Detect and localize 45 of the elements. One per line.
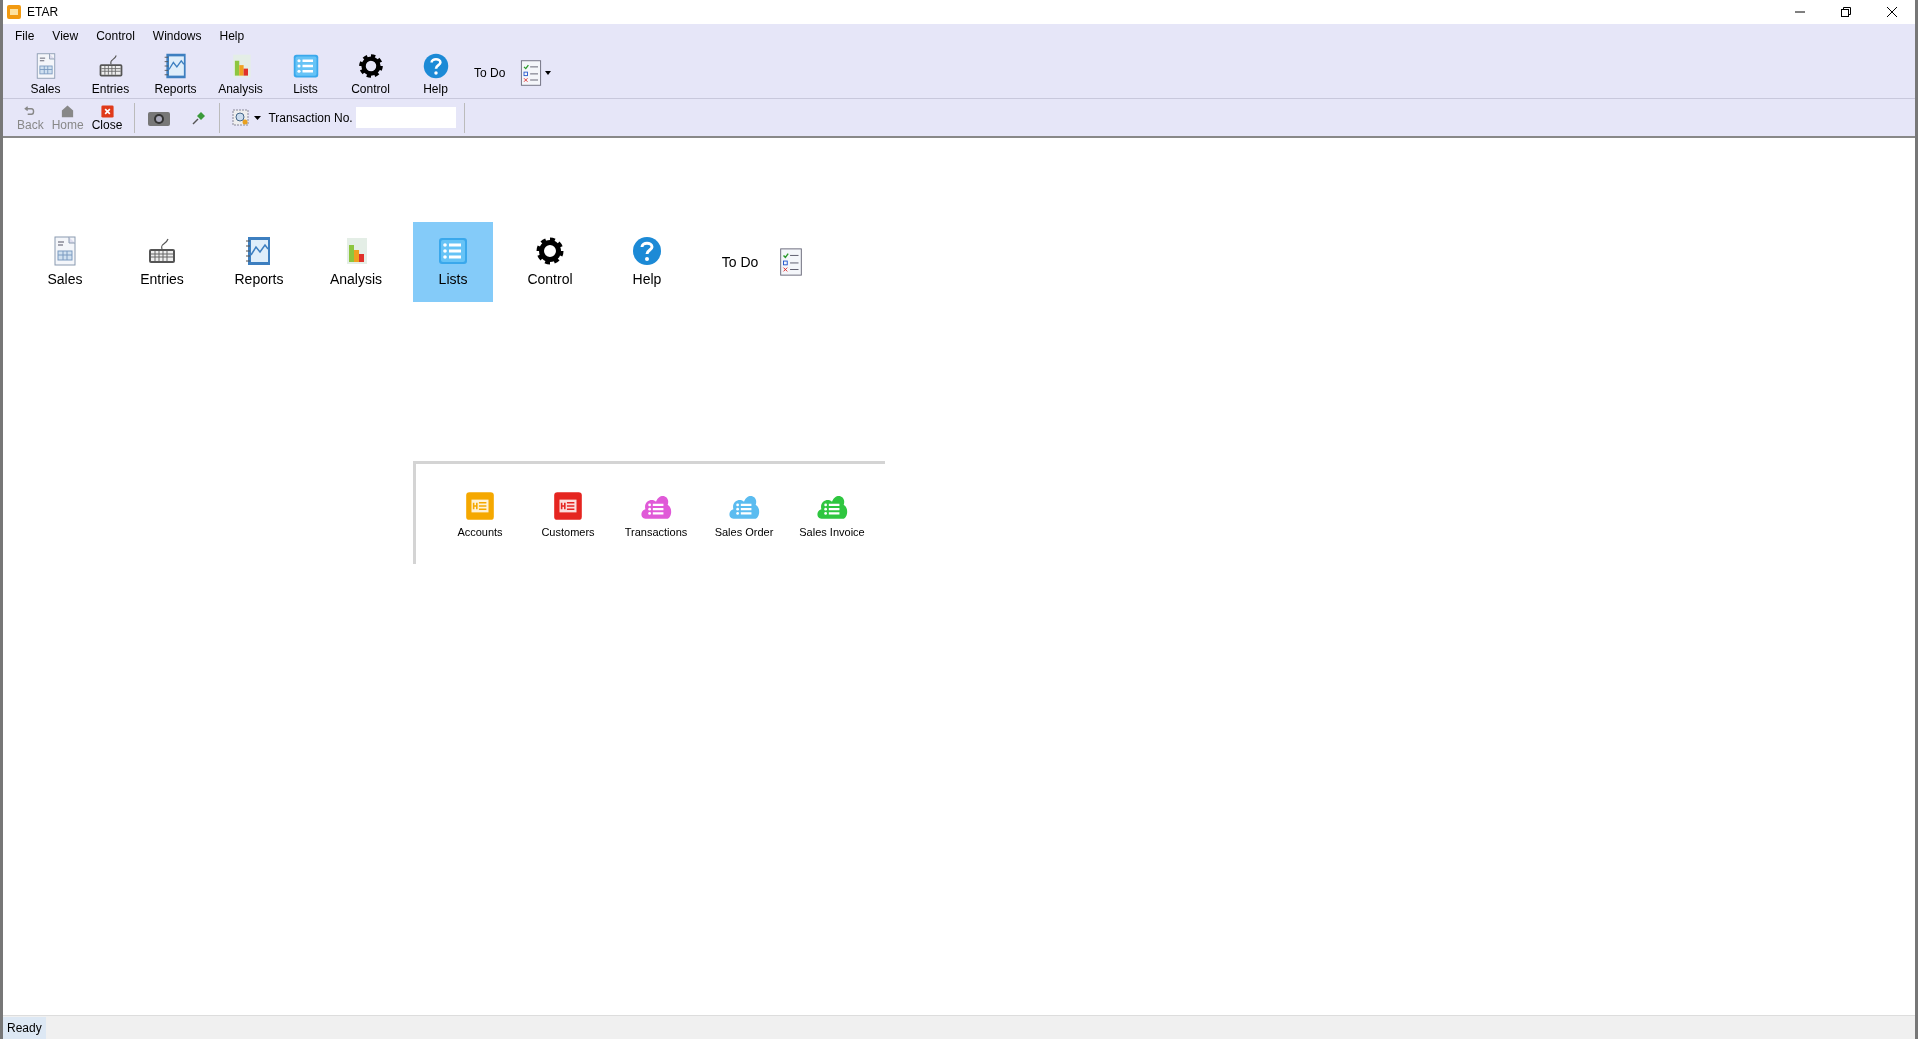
pin-icon (191, 109, 208, 126)
todo-label: To Do (721, 252, 759, 272)
close-icon (99, 103, 115, 119)
toolbar-button[interactable]: Control (338, 52, 403, 98)
close-icon (1886, 6, 1898, 18)
list-shortcut[interactable]: Accounts (436, 488, 524, 564)
help-icon (631, 234, 663, 267)
toolbar-button[interactable]: Lists (273, 52, 338, 98)
caret-icon (254, 115, 262, 120)
menu-item[interactable]: Control (87, 25, 144, 47)
toolbar-button[interactable]: Entries (78, 52, 143, 98)
toolbar-button[interactable]: Reports (143, 52, 208, 98)
help-icon (421, 52, 450, 80)
toolbar-button[interactable]: Close (87, 103, 127, 132)
restore-icon (1840, 6, 1852, 18)
settings-icon (356, 52, 385, 80)
app-icon (7, 5, 21, 19)
caret-icon (545, 71, 552, 75)
menu-tile[interactable]: Lists (413, 222, 493, 302)
list-shortcut[interactable]: Sales Order (700, 488, 788, 564)
menu-item[interactable]: Help (210, 25, 254, 47)
status-text: Ready (3, 1016, 46, 1039)
search-icon (232, 108, 251, 127)
menu-item[interactable]: File (6, 25, 44, 47)
menu-tile[interactable]: Analysis (316, 222, 396, 302)
menu-tile[interactable]: Entries (122, 222, 202, 302)
menu-tile[interactable]: Reports (219, 222, 299, 302)
list-icon (291, 52, 320, 80)
menu-tile[interactable]: Control (510, 222, 590, 302)
toolbar-button[interactable]: Sales (13, 52, 78, 98)
transaction-label: Transaction No. (268, 109, 353, 127)
transaction-field[interactable] (355, 107, 456, 128)
list-shortcut[interactable]: Sales Invoice (788, 488, 876, 564)
toolbar-button[interactable]: Analysis (208, 52, 273, 98)
menu-item[interactable]: Windows (143, 25, 211, 47)
list-shortcut[interactable]: Transactions (612, 488, 700, 564)
list-shortcut[interactable]: Customers (524, 488, 612, 564)
todo-tile[interactable]: To Do (704, 222, 824, 302)
menu-item[interactable]: View (43, 25, 88, 47)
todo-label: To Do (474, 65, 506, 82)
menu-tile[interactable]: Help (607, 222, 687, 302)
window-title: ETAR (27, 4, 59, 21)
home-icon (60, 103, 76, 119)
toolbar-button[interactable]: Help (403, 52, 468, 98)
menu-tile[interactable]: Sales (25, 222, 105, 302)
